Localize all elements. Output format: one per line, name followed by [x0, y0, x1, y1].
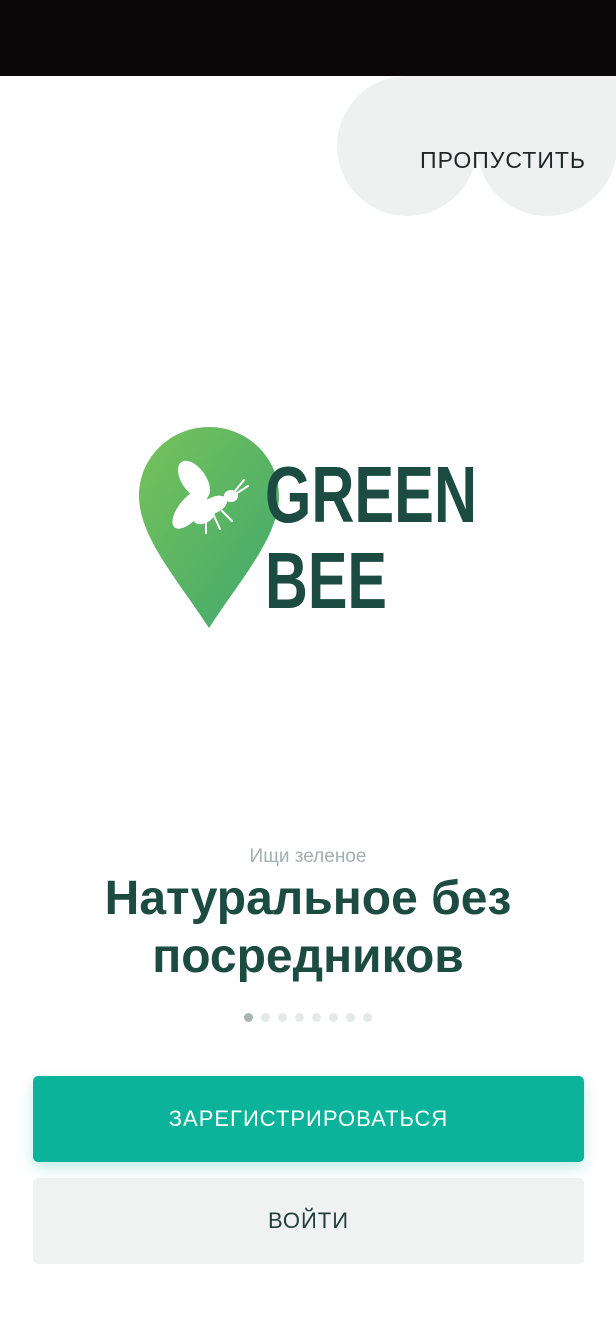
decorative-circle — [337, 76, 477, 216]
green-bee-logo: GREEN BEE — [0, 425, 616, 635]
onboarding-subtitle: Ищи зеленое — [249, 846, 367, 867]
pagination-dot — [261, 1013, 270, 1022]
pagination-dot — [363, 1013, 372, 1022]
decorative-circle — [477, 76, 616, 216]
status-bar — [0, 0, 616, 76]
map-pin-bee-icon — [139, 427, 279, 628]
logo-text-green: GREEN — [265, 450, 477, 539]
pagination-dot — [329, 1013, 338, 1022]
pagination-dot — [278, 1013, 287, 1022]
login-button[interactable]: ВОЙТИ — [33, 1178, 584, 1264]
skip-button[interactable]: ПРОПУСТИТЬ — [420, 147, 586, 174]
pagination-dots — [0, 1013, 616, 1022]
logo-text-bee: BEE — [265, 536, 387, 625]
pagination-dot — [295, 1013, 304, 1022]
onboarding-headline: Натуральное без посредников — [104, 872, 512, 983]
register-button[interactable]: ЗАРЕГИСТРИРОВАТЬСЯ — [33, 1076, 584, 1162]
pagination-dot — [312, 1013, 321, 1022]
pagination-dot — [346, 1013, 355, 1022]
pagination-dot — [244, 1013, 253, 1022]
